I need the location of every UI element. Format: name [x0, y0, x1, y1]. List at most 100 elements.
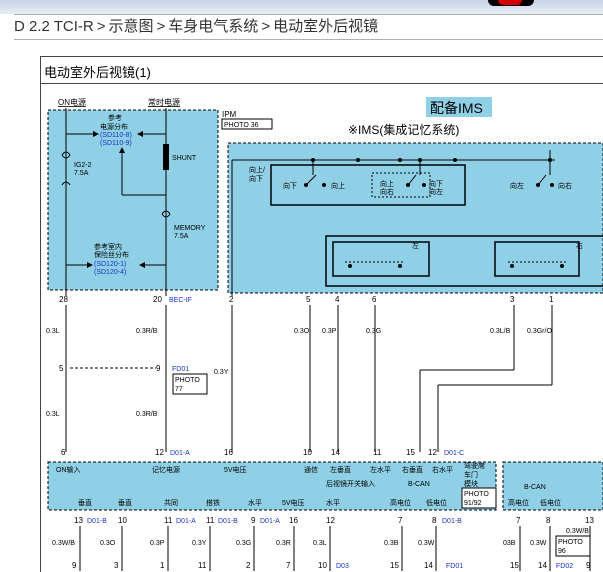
bottom-label-ground: 搭铁: [206, 498, 220, 507]
ims-badge: 配备IMS: [430, 100, 483, 116]
label-high-level: 高电位: [390, 498, 411, 507]
switch-label-up-right: 向上: [380, 179, 394, 188]
next-pin-9: 9: [72, 561, 77, 570]
next-pin-7: 7: [286, 561, 291, 570]
next-pin-14: 14: [424, 561, 433, 570]
pin-15: 15: [406, 448, 415, 457]
ref-fuse-3: (SD120-1): [94, 261, 126, 268]
wire-0-3rb: 0.3R/B: [136, 328, 158, 335]
right-wire-03b: 03B: [503, 540, 516, 547]
bottom-pin-13: 13: [74, 516, 83, 525]
wire-0-3o: 0.3O: [294, 328, 310, 335]
fd01-pin-left: 5: [59, 364, 64, 373]
right-pin-13: 13: [585, 516, 594, 525]
pin-16: 16: [224, 448, 233, 457]
bottom-label-common: 共同: [164, 498, 178, 507]
bottom-connector-d01b-3: D01-B: [442, 518, 462, 525]
d03-label: D03: [336, 563, 349, 570]
switch-label-up-right-2: 向右: [380, 187, 394, 196]
fd01-bottom-label: FD01: [446, 563, 463, 570]
shunt-element: [163, 144, 169, 170]
right-last-pin: 9: [586, 561, 591, 570]
label-left-horizontal: 左水平: [370, 465, 391, 474]
fd01-label: FD01: [172, 366, 189, 373]
bottom-wire-0-3y: 0.3Y: [192, 540, 207, 547]
label-driver-module-2: 车门: [464, 470, 478, 479]
label-right-vertical: 右垂直: [402, 465, 423, 474]
pin-2: 2: [229, 295, 234, 304]
pin-6: 6: [372, 295, 377, 304]
label-driver-module-3: 模块: [464, 479, 478, 488]
ims-note: ※IMS(集成记忆系统): [348, 122, 459, 137]
d01a-pin-12: 12: [155, 448, 164, 457]
wire-0-3lb: 0.3L/B: [490, 328, 511, 335]
ref-power-1: 参考: [108, 113, 122, 122]
ref-fuse-1: 参考室内: [94, 242, 122, 251]
label-on-input: ON输入: [56, 465, 81, 474]
switch-label-left: 左: [412, 241, 419, 250]
pin-14: 14: [331, 448, 340, 457]
bottom-connector-d01a-1: D01-A: [176, 518, 196, 525]
module-photo-2: 91/92: [464, 500, 482, 507]
pin-10: 10: [303, 448, 312, 457]
label-low-level-2: 低电位: [540, 498, 561, 507]
bottom-pin-12: 12: [326, 516, 335, 525]
right-wire-label: 0.3W/B: [566, 528, 589, 535]
wire-0-3g: 0.3G: [366, 328, 381, 335]
bottom-wire-0-3o: 0.3O: [100, 540, 116, 547]
switch-label-up: 向上: [331, 181, 345, 190]
label-5v: 5V电压: [224, 465, 247, 474]
pin-20: 20: [153, 295, 162, 304]
fuse-ig-label: IG2-2: [74, 162, 92, 169]
bottom-connector-d01b-2: D01-B: [218, 518, 238, 525]
bottom-wire-0-3r: 0.3R: [276, 540, 291, 547]
label-high-level-2: 高电位: [508, 498, 529, 507]
bottom-wire-0-3p: 0.3P: [150, 540, 165, 547]
wire-0-3l-lower: 0.3L: [46, 411, 60, 418]
memory-rating: 7.5A: [174, 233, 189, 240]
ref-power-3: (SD110-8): [100, 132, 132, 139]
switch-label-right-dir: 向右: [558, 181, 572, 190]
bottom-pin-9: 9: [251, 516, 256, 525]
bottom-connector-d01b-1: D01-B: [87, 518, 107, 525]
label-common: 通信: [304, 465, 318, 474]
switch-label-right: 右: [576, 241, 583, 250]
ref-power-4: (SD110-9): [100, 140, 132, 147]
shunt-label: SHUNT: [172, 155, 197, 162]
constant-power-label: 常时电源: [148, 97, 180, 107]
next-pin-11: 11: [198, 561, 207, 570]
bottom-pin-11a: 11: [164, 516, 173, 525]
right-pin-7: 7: [516, 516, 521, 525]
wire-0-3p: 0.3P: [322, 328, 337, 335]
wire-0-3rb-lower: 0.3R/B: [136, 411, 158, 418]
label-low-level: 低电位: [426, 498, 447, 507]
switch-label-up-down-2: 向下: [249, 174, 263, 183]
switch-label-down-left: 向下: [429, 179, 443, 188]
bottom-wire-0-3b: 0.3B: [384, 540, 399, 547]
pin-11: 11: [373, 448, 382, 457]
module-photo-1: PHOTO: [464, 491, 489, 498]
bottom-wire-0-3wb: 0.3W/B: [52, 540, 75, 547]
right-bottom-pin-15: 15: [510, 561, 519, 570]
next-pin-1: 1: [160, 561, 165, 570]
bottom-label-vertical-2: 垂直: [118, 498, 132, 507]
ref-fuse-4: (SD120-4): [94, 269, 126, 276]
bottom-label-vertical-1: 垂直: [78, 498, 92, 507]
switch-label-down: 向下: [283, 181, 297, 190]
next-pin-10: 10: [318, 561, 327, 570]
ipm-block: [47, 109, 219, 291]
label-right-horizontal: 右水平: [432, 465, 453, 474]
bottom-label-horizontal-1: 水平: [248, 498, 262, 507]
memory-label: MEMORY: [174, 225, 206, 232]
d01c-label: D01-C: [444, 450, 464, 457]
fd01-photo-2: 77: [175, 386, 183, 393]
right-photo-2: 96: [558, 548, 566, 555]
d01a-label: D01-A: [170, 450, 190, 457]
bottom-label-horizontal-2: 水平: [326, 498, 340, 507]
bottom-pin-7: 7: [398, 516, 403, 525]
bec-label: BEC-IF: [169, 297, 192, 304]
pin-28: 28: [59, 295, 68, 304]
fd01-photo-1: PHOTO: [175, 377, 200, 384]
bottom-pin-16: 16: [289, 516, 298, 525]
next-pin-2: 2: [246, 561, 251, 570]
